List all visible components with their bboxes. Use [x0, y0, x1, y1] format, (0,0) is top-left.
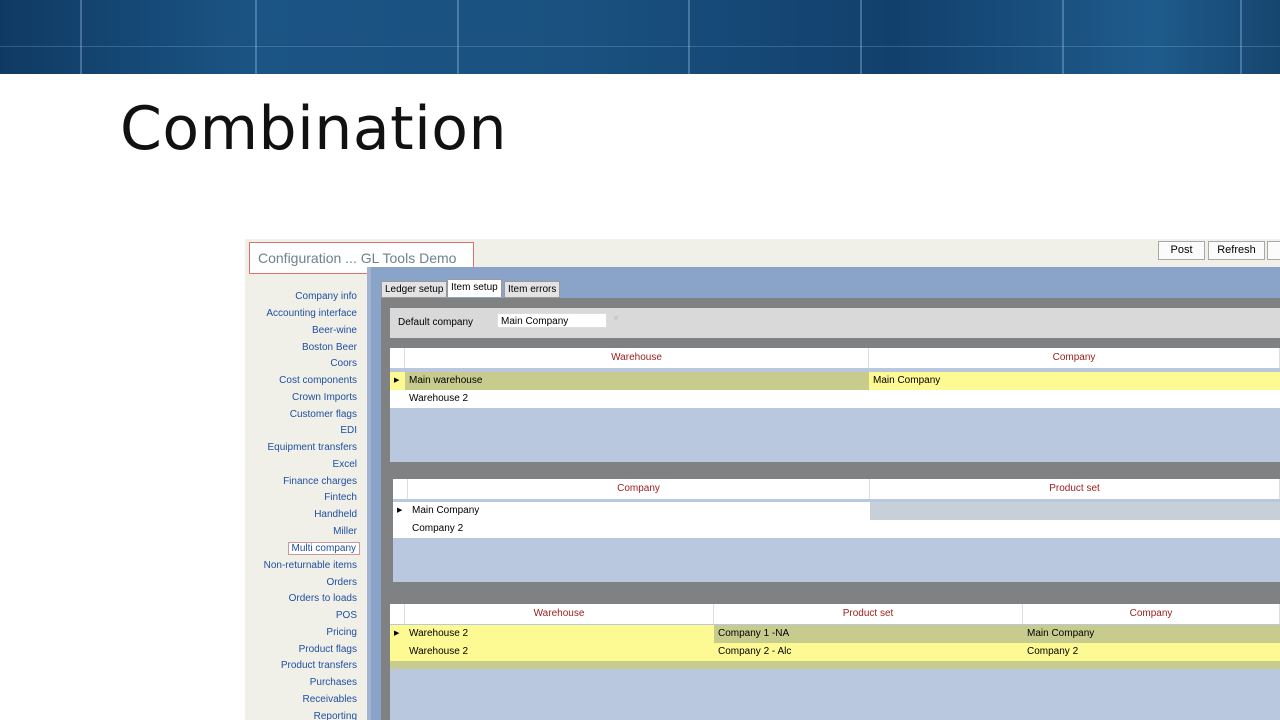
config-window: Configuration ... GL Tools Demo Post Ref… [245, 239, 1280, 720]
table-cell[interactable]: Company 2 - Alc [714, 643, 1023, 661]
sidebar-item-finance-charges[interactable]: Finance charges [283, 476, 357, 487]
table-cell[interactable]: Main Company [408, 502, 870, 520]
company-productset-grid: Company Product set Main Company Company… [393, 479, 1280, 582]
sidebar-item-excel[interactable]: Excel [333, 459, 357, 470]
warehouse-productset-company-grid: Warehouse Product set Company Warehouse … [390, 604, 1280, 720]
row-selector[interactable] [390, 643, 405, 661]
column-header-company[interactable]: Company [1023, 604, 1280, 624]
sidebar-item-accounting-interface[interactable]: Accounting interface [266, 308, 357, 319]
banner-decoration [860, 0, 862, 74]
default-company-bar: Default company Main Company ▼ [390, 308, 1280, 338]
sidebar-item-multi-company-wrap: Multi company [245, 542, 365, 557]
banner-decoration [1062, 0, 1064, 74]
table-cell[interactable]: Warehouse 2 [405, 643, 714, 661]
banner-decoration [457, 0, 459, 74]
grid-new-row[interactable] [390, 661, 1280, 669]
post-button[interactable]: Post [1158, 241, 1205, 260]
sidebar-item-cost-components[interactable]: Cost components [279, 375, 357, 386]
sidebar-item-receivables[interactable]: Receivables [303, 694, 357, 705]
sidebar-item-product-flags[interactable]: Product flags [299, 644, 357, 655]
sidebar-item-miller[interactable]: Miller [333, 526, 357, 537]
sidebar-item-purchases[interactable]: Purchases [310, 677, 357, 688]
default-company-label: Default company [398, 317, 474, 328]
table-cell[interactable]: Company 2 [408, 520, 870, 538]
grid-corner [390, 348, 405, 368]
chevron-down-icon[interactable]: ▼ [612, 314, 620, 323]
banner-decoration [80, 0, 82, 74]
sidebar-item-equipment-transfers[interactable]: Equipment transfers [268, 442, 358, 453]
sidebar-item-beer-wine[interactable]: Beer-wine [312, 325, 357, 336]
warehouse-company-grid: Warehouse Company Main warehouse Main Co… [390, 348, 1280, 462]
sidebar-item-multi-company[interactable]: Multi company [287, 542, 360, 555]
table-cell[interactable]: Main Company [1023, 625, 1280, 643]
banner-decoration [0, 46, 1280, 47]
grid-corner [390, 604, 405, 624]
column-header-product-set[interactable]: Product set [714, 604, 1023, 624]
table-cell[interactable]: Warehouse 2 [405, 390, 869, 408]
table-cell[interactable]: Company 2 [1023, 643, 1280, 661]
banner-decoration [255, 0, 257, 74]
row-selector-icon[interactable] [390, 372, 405, 390]
default-company-select[interactable]: Main Company [497, 313, 607, 328]
refresh-button[interactable]: Refresh [1208, 241, 1265, 260]
tab-item-errors[interactable]: Item errors [504, 281, 561, 298]
row-selector[interactable] [390, 390, 405, 408]
slide-banner [0, 0, 1280, 74]
more-button[interactable] [1267, 241, 1280, 260]
sidebar-item-orders[interactable]: Orders [326, 577, 357, 588]
sidebar-item-boston-beer[interactable]: Boston Beer [302, 342, 357, 353]
column-header-warehouse[interactable]: Warehouse [405, 348, 869, 368]
sidebar-item-edi[interactable]: EDI [340, 425, 357, 436]
row-selector-icon[interactable] [390, 625, 405, 643]
sidebar-item-non-returnable-items[interactable]: Non-returnable items [264, 560, 357, 571]
table-cell[interactable]: Main Company [869, 372, 1280, 390]
sidebar-item-reporting[interactable]: Reporting [314, 711, 357, 720]
tab-item-setup[interactable]: Item setup [447, 279, 502, 297]
sidebar-item-pos[interactable]: POS [336, 610, 357, 621]
sidebar-item-pricing[interactable]: Pricing [326, 627, 357, 638]
sidebar-item-handheld[interactable]: Handheld [314, 509, 357, 520]
sidebar-item-orders-to-loads[interactable]: Orders to loads [289, 593, 357, 604]
table-cell[interactable]: Warehouse 2 [405, 625, 714, 643]
sidebar-item-customer-flags[interactable]: Customer flags [290, 409, 357, 420]
table-cell[interactable] [870, 520, 1280, 538]
sidebar-item-crown-imports[interactable]: Crown Imports [292, 392, 357, 403]
slide-title: Combination [120, 94, 508, 164]
banner-decoration [1240, 0, 1242, 74]
column-header-product-set[interactable]: Product set [870, 479, 1280, 499]
table-cell[interactable]: Main warehouse [405, 372, 869, 390]
column-header-company[interactable]: Company [869, 348, 1280, 368]
column-header-company[interactable]: Company [408, 479, 870, 499]
table-cell[interactable]: Company 1 -NA [714, 625, 1023, 643]
row-selector-icon[interactable] [393, 502, 408, 520]
row-selector[interactable] [393, 520, 408, 538]
table-cell[interactable] [870, 502, 1280, 520]
tab-ledger-setup[interactable]: Ledger setup [381, 281, 448, 298]
sidebar-item-fintech[interactable]: Fintech [324, 492, 357, 503]
sidebar-item-coors[interactable]: Coors [330, 358, 357, 369]
grid-corner [393, 479, 408, 499]
sidebar-item-company-info[interactable]: Company info [295, 291, 357, 302]
table-cell[interactable] [869, 390, 1280, 408]
banner-decoration [688, 0, 690, 74]
column-header-warehouse[interactable]: Warehouse [405, 604, 714, 624]
sidebar-item-product-transfers[interactable]: Product transfers [281, 660, 357, 671]
